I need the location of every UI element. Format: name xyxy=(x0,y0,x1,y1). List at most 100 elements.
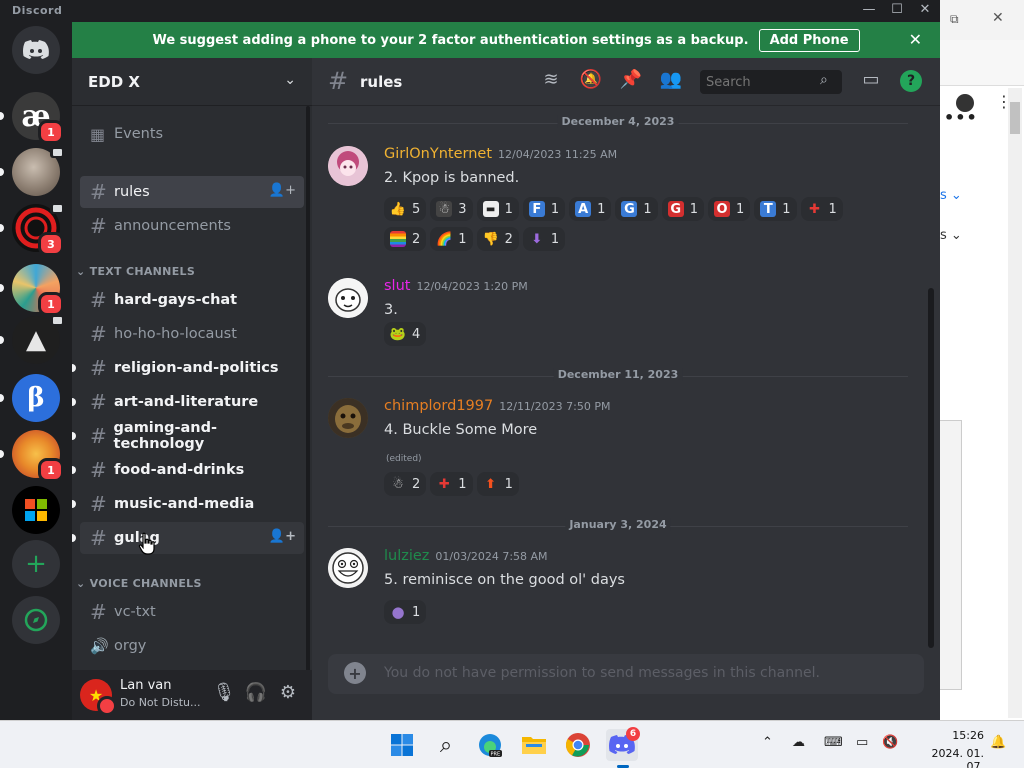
settings-gear-icon[interactable]: ⚙ xyxy=(274,682,302,703)
reaction[interactable]: 🌈 1 xyxy=(430,227,473,251)
server-icon-orange[interactable]: 1 xyxy=(0,430,64,482)
headphones-icon[interactable]: 🎧 xyxy=(242,682,270,703)
channel-gulag[interactable]: # gulag 👤+ xyxy=(72,522,304,554)
reaction[interactable]: ✚ 1 xyxy=(800,197,843,221)
scrollbar-thumb[interactable] xyxy=(1010,102,1020,134)
clock-time[interactable]: 15:26 xyxy=(944,729,984,742)
chevron-up-icon[interactable]: ⌃ xyxy=(762,735,773,750)
message-author[interactable]: lulziez 01/03/2024 7:58 AM xyxy=(384,548,548,564)
author-name[interactable]: lulziez xyxy=(384,548,429,564)
file-explorer-icon[interactable] xyxy=(518,729,550,761)
reaction[interactable]: ▬ 1 xyxy=(476,197,519,221)
server-icon-colorful[interactable]: 1 xyxy=(0,264,64,316)
maximize-icon[interactable]: ☐ xyxy=(886,2,908,17)
reaction[interactable]: ▬2 xyxy=(384,227,427,251)
avatar[interactable] xyxy=(328,398,368,438)
channel-ho-ho-ho-locaust[interactable]: # ho-ho-ho-locaust xyxy=(80,318,304,350)
microphone-icon[interactable]: 🎙 xyxy=(210,682,238,703)
reaction[interactable]: 👍 5 xyxy=(384,197,427,221)
discord-taskbar-icon[interactable]: 6 xyxy=(606,727,640,761)
add-phone-button[interactable]: Add Phone xyxy=(758,28,860,52)
channel-music-and-media[interactable]: # music-and-media xyxy=(72,488,304,520)
channel-orgy[interactable]: 🔊 orgy xyxy=(80,630,304,662)
keyboard-icon[interactable]: ⌨ xyxy=(824,735,843,750)
add-server-button[interactable]: + xyxy=(12,540,60,588)
restore-icon[interactable]: ⧉ xyxy=(950,12,959,27)
avatar[interactable] xyxy=(328,548,368,588)
notification-bell-icon[interactable]: 🔔 xyxy=(990,735,1006,750)
reaction[interactable]: F1 xyxy=(522,197,566,221)
message-author[interactable]: slut 12/04/2023 1:20 PM xyxy=(384,278,528,294)
custom-emoji-icon: ▬ xyxy=(482,201,499,217)
edge-icon[interactable]: PRE xyxy=(474,729,506,761)
inbox-icon[interactable]: ▭ xyxy=(858,69,884,90)
reaction[interactable]: 🐸 4 xyxy=(384,322,427,346)
start-button[interactable] xyxy=(386,729,418,761)
display-icon[interactable]: ▭ xyxy=(856,735,868,750)
channel-art-and-literature[interactable]: # art-and-literature xyxy=(72,386,304,418)
author-name[interactable]: chimplord1997 xyxy=(384,398,493,414)
cloud-offline-icon[interactable]: ☁ xyxy=(792,735,805,750)
clock-date[interactable]: 2024. 01. 07. xyxy=(914,747,984,768)
reaction-count: 1 xyxy=(782,201,791,217)
explore-servers-button[interactable] xyxy=(12,596,60,644)
home-button[interactable] xyxy=(12,26,60,74)
server-icon-beta[interactable]: β xyxy=(0,374,60,422)
reaction[interactable]: ⬆ 1 xyxy=(476,472,519,496)
more-horiz-icon[interactable]: ••• xyxy=(944,108,978,127)
message-author[interactable]: GirlOnYnternet 12/04/2023 11:25 AM xyxy=(384,146,617,162)
reaction[interactable]: G1 xyxy=(615,197,658,221)
background-link[interactable]: s ⌄ xyxy=(940,228,962,243)
search-icon[interactable]: ⌕ xyxy=(430,729,462,761)
reaction[interactable]: A1 xyxy=(569,197,612,221)
notification-muted-icon[interactable]: 🔕 xyxy=(578,69,604,90)
close-icon[interactable]: ✕ xyxy=(909,30,922,49)
server-icon-ae[interactable]: æ 1 xyxy=(0,92,64,144)
reaction[interactable]: 👎 2 xyxy=(476,227,519,251)
svg-text:PRE: PRE xyxy=(491,752,501,758)
chrome-icon[interactable] xyxy=(562,729,594,761)
create-invite-icon[interactable]: 👤+ xyxy=(269,529,296,544)
reaction[interactable]: T1 xyxy=(754,197,797,221)
channel-hard-gays-chat[interactable]: # hard-gays-chat xyxy=(80,284,304,316)
background-scrollbar[interactable] xyxy=(1008,88,1022,718)
channel-rules[interactable]: # rules 👤+ xyxy=(80,176,304,208)
avatar[interactable] xyxy=(328,146,368,186)
channel-announcements[interactable]: # announcements xyxy=(80,210,304,242)
author-name[interactable]: slut xyxy=(384,278,410,294)
message-author[interactable]: chimplord1997 12/11/2023 7:50 PM xyxy=(384,398,610,414)
server-icon-red-ring[interactable]: 3 xyxy=(0,202,64,256)
reaction[interactable]: G1 xyxy=(661,197,704,221)
member-list-icon[interactable]: 👥 xyxy=(658,69,684,90)
reaction[interactable]: ☃ 3 xyxy=(430,197,473,221)
close-icon[interactable]: ✕ xyxy=(992,10,1004,26)
avatar[interactable] xyxy=(328,278,368,318)
reaction[interactable]: ● 1 xyxy=(384,600,427,624)
reaction[interactable]: ☃ 2 xyxy=(384,472,427,496)
create-invite-icon[interactable]: 👤+ xyxy=(269,183,296,198)
channel-food-and-drinks[interactable]: # food-and-drinks xyxy=(72,454,304,486)
pin-icon[interactable]: 📌 xyxy=(618,69,644,90)
reaction[interactable]: ✚ 1 xyxy=(430,472,473,496)
events-item[interactable]: ▦ Events xyxy=(80,118,304,150)
sidebar-scrollbar[interactable] xyxy=(306,106,310,678)
background-link[interactable]: s ⌄ xyxy=(940,188,962,203)
channel-gaming-and-technology[interactable]: # gaming-and-technology xyxy=(72,420,304,452)
speaker-muted-icon[interactable]: 🔇 xyxy=(882,735,898,750)
server-icon-cat[interactable] xyxy=(0,146,64,196)
chat-scrollbar[interactable] xyxy=(928,288,934,648)
reaction[interactable]: O1 xyxy=(707,197,751,221)
category-voice-channels[interactable]: ⌄ VOICE CHANNELS xyxy=(76,577,202,590)
server-icon-arch[interactable]: ▲ xyxy=(0,314,64,364)
category-text-channels[interactable]: ⌄ TEXT CHANNELS xyxy=(76,265,195,278)
channel-religion-and-politics[interactable]: # religion-and-politics xyxy=(72,352,304,384)
channel-vc-txt[interactable]: # vc-txt xyxy=(80,596,304,628)
close-icon[interactable]: ✕ xyxy=(914,2,936,17)
server-icon-microsoft[interactable] xyxy=(12,486,60,534)
guild-header[interactable]: EDD X ⌄ xyxy=(72,58,312,106)
threads-icon[interactable]: ≋ xyxy=(538,69,564,90)
author-name[interactable]: GirlOnYnternet xyxy=(384,146,492,162)
minimize-icon[interactable]: — xyxy=(858,2,880,17)
help-icon[interactable]: ? xyxy=(900,70,922,92)
reaction[interactable]: ⬇ 1 xyxy=(522,227,566,251)
